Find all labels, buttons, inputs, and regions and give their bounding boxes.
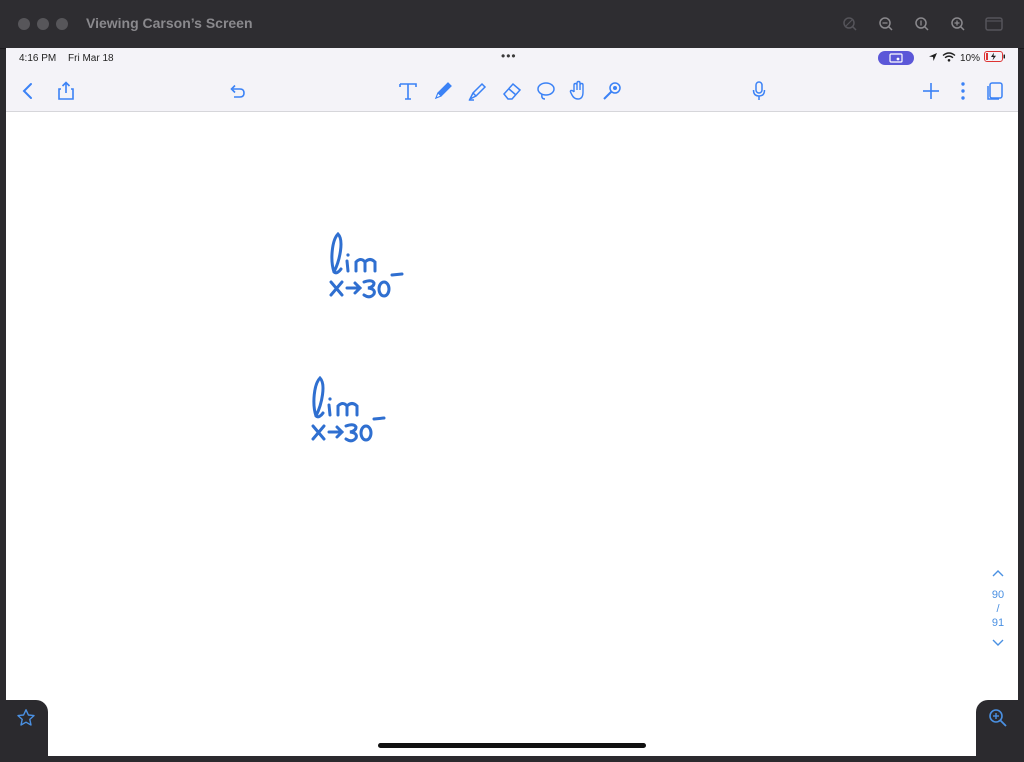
pages-icon[interactable] bbox=[983, 79, 1007, 103]
zoom-corner bbox=[976, 700, 1018, 756]
handwritten-limit-1 bbox=[322, 224, 414, 307]
share-icon[interactable] bbox=[54, 79, 78, 103]
handwritten-limit-2 bbox=[304, 368, 396, 451]
microphone-icon[interactable] bbox=[747, 79, 771, 103]
ipad-status-bar: 4:16 PM Fri Mar 18 ••• 10% bbox=[6, 48, 1018, 70]
text-tool-icon[interactable] bbox=[396, 79, 420, 103]
zoom-out-icon[interactable] bbox=[874, 12, 898, 36]
minimize-window-button[interactable] bbox=[37, 18, 49, 30]
home-indicator[interactable] bbox=[378, 743, 646, 748]
page-navigator: 90 / 91 bbox=[986, 568, 1010, 656]
add-page-icon[interactable] bbox=[919, 79, 943, 103]
window-title: Viewing Carson’s Screen bbox=[86, 15, 253, 31]
favorite-star-icon[interactable] bbox=[14, 706, 38, 730]
multitasking-dots[interactable]: ••• bbox=[501, 49, 517, 63]
highlighter-tool-icon[interactable] bbox=[466, 79, 490, 103]
wifi-icon bbox=[942, 51, 956, 65]
total-pages: 91 bbox=[991, 617, 1005, 629]
battery-percent: 10% bbox=[959, 52, 980, 64]
zoom-magnifier-icon[interactable] bbox=[986, 706, 1010, 730]
screen-sharing-indicator[interactable] bbox=[877, 51, 914, 65]
previous-page-icon[interactable] bbox=[986, 568, 1010, 586]
zoom-fit-icon[interactable] bbox=[838, 12, 862, 36]
note-canvas[interactable] bbox=[6, 112, 1018, 756]
page-separator: / bbox=[996, 603, 1000, 615]
close-window-button[interactable] bbox=[18, 18, 30, 30]
lasso-tool-icon[interactable] bbox=[534, 79, 558, 103]
back-icon[interactable] bbox=[16, 79, 40, 103]
pen-tool-icon[interactable] bbox=[431, 79, 455, 103]
actual-size-icon[interactable] bbox=[910, 12, 934, 36]
zoom-in-icon[interactable] bbox=[946, 12, 970, 36]
window-mode-icon[interactable] bbox=[982, 12, 1006, 36]
zoom-window-button[interactable] bbox=[56, 18, 68, 30]
undo-icon[interactable] bbox=[225, 79, 249, 103]
status-date: Fri Mar 18 bbox=[68, 53, 114, 64]
status-indicators: 10% bbox=[877, 51, 1006, 65]
viewer-tools bbox=[838, 12, 1006, 36]
viewer-title-bar: Viewing Carson’s Screen bbox=[0, 0, 1024, 49]
laser-pointer-tool-icon[interactable] bbox=[600, 79, 624, 103]
favorite-corner bbox=[6, 700, 48, 756]
status-time: 4:16 PM bbox=[19, 53, 57, 64]
eraser-tool-icon[interactable] bbox=[500, 79, 524, 103]
next-page-icon[interactable] bbox=[986, 638, 1010, 656]
battery-charging-icon bbox=[984, 51, 1006, 65]
current-page-number: 90 bbox=[991, 589, 1005, 601]
shared-ipad-screen: 4:16 PM Fri Mar 18 ••• 10% 90 / 91 bbox=[6, 48, 1018, 756]
hand-tool-icon[interactable] bbox=[567, 79, 591, 103]
more-icon[interactable] bbox=[951, 79, 975, 103]
location-icon bbox=[928, 52, 938, 65]
notes-toolbar bbox=[6, 70, 1018, 112]
